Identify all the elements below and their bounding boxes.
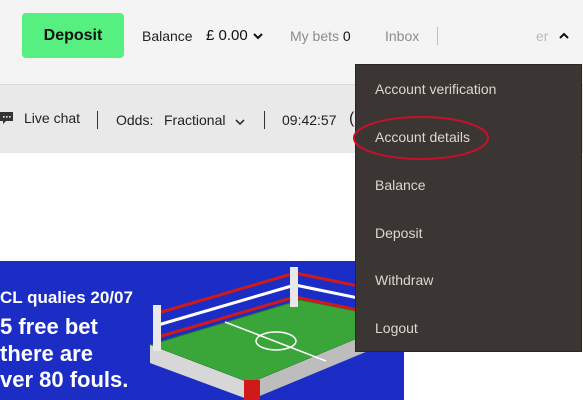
promo-line-3: there are: [0, 341, 93, 366]
chevron-down-icon[interactable]: [234, 116, 246, 128]
account-dropdown-menu: Account verification Account details Bal…: [355, 64, 582, 352]
inbox-link[interactable]: Inbox: [385, 28, 419, 44]
promo-line-2: 5 free bet: [0, 314, 98, 339]
my-bets-count: 0: [342, 28, 351, 44]
subbar-divider: [264, 111, 265, 129]
header-divider: [437, 27, 438, 45]
odds-label: Odds:: [116, 112, 154, 128]
menu-item-withdraw[interactable]: Withdraw: [375, 272, 433, 288]
clock-time: 09:42:57: [282, 112, 337, 128]
menu-item-account-verification[interactable]: Account verification: [375, 81, 496, 97]
my-bets-link[interactable]: My bets 0: [290, 28, 351, 44]
balance-value[interactable]: £ 0.00: [206, 27, 248, 44]
menu-item-deposit[interactable]: Deposit: [375, 225, 422, 241]
odds-format-select[interactable]: Fractional: [164, 112, 225, 128]
promo-line-4: ver 80 fouls.: [0, 367, 129, 392]
my-bets-label: My bets: [290, 28, 340, 44]
account-menu-toggle-label[interactable]: er: [536, 28, 548, 44]
promo-line-1: CL qualies 20/07: [0, 288, 133, 307]
chevron-down-icon[interactable]: [252, 30, 264, 42]
subbar-divider: [97, 111, 98, 129]
chat-icon[interactable]: [0, 111, 14, 125]
menu-item-balance[interactable]: Balance: [375, 177, 426, 193]
menu-item-logout[interactable]: Logout: [375, 320, 418, 336]
deposit-button[interactable]: Deposit: [22, 13, 124, 58]
highlight-annotation-circle: [353, 116, 489, 160]
live-chat-link[interactable]: Live chat: [24, 110, 80, 126]
chevron-up-icon[interactable]: [558, 30, 570, 42]
balance-label: Balance: [142, 28, 193, 44]
